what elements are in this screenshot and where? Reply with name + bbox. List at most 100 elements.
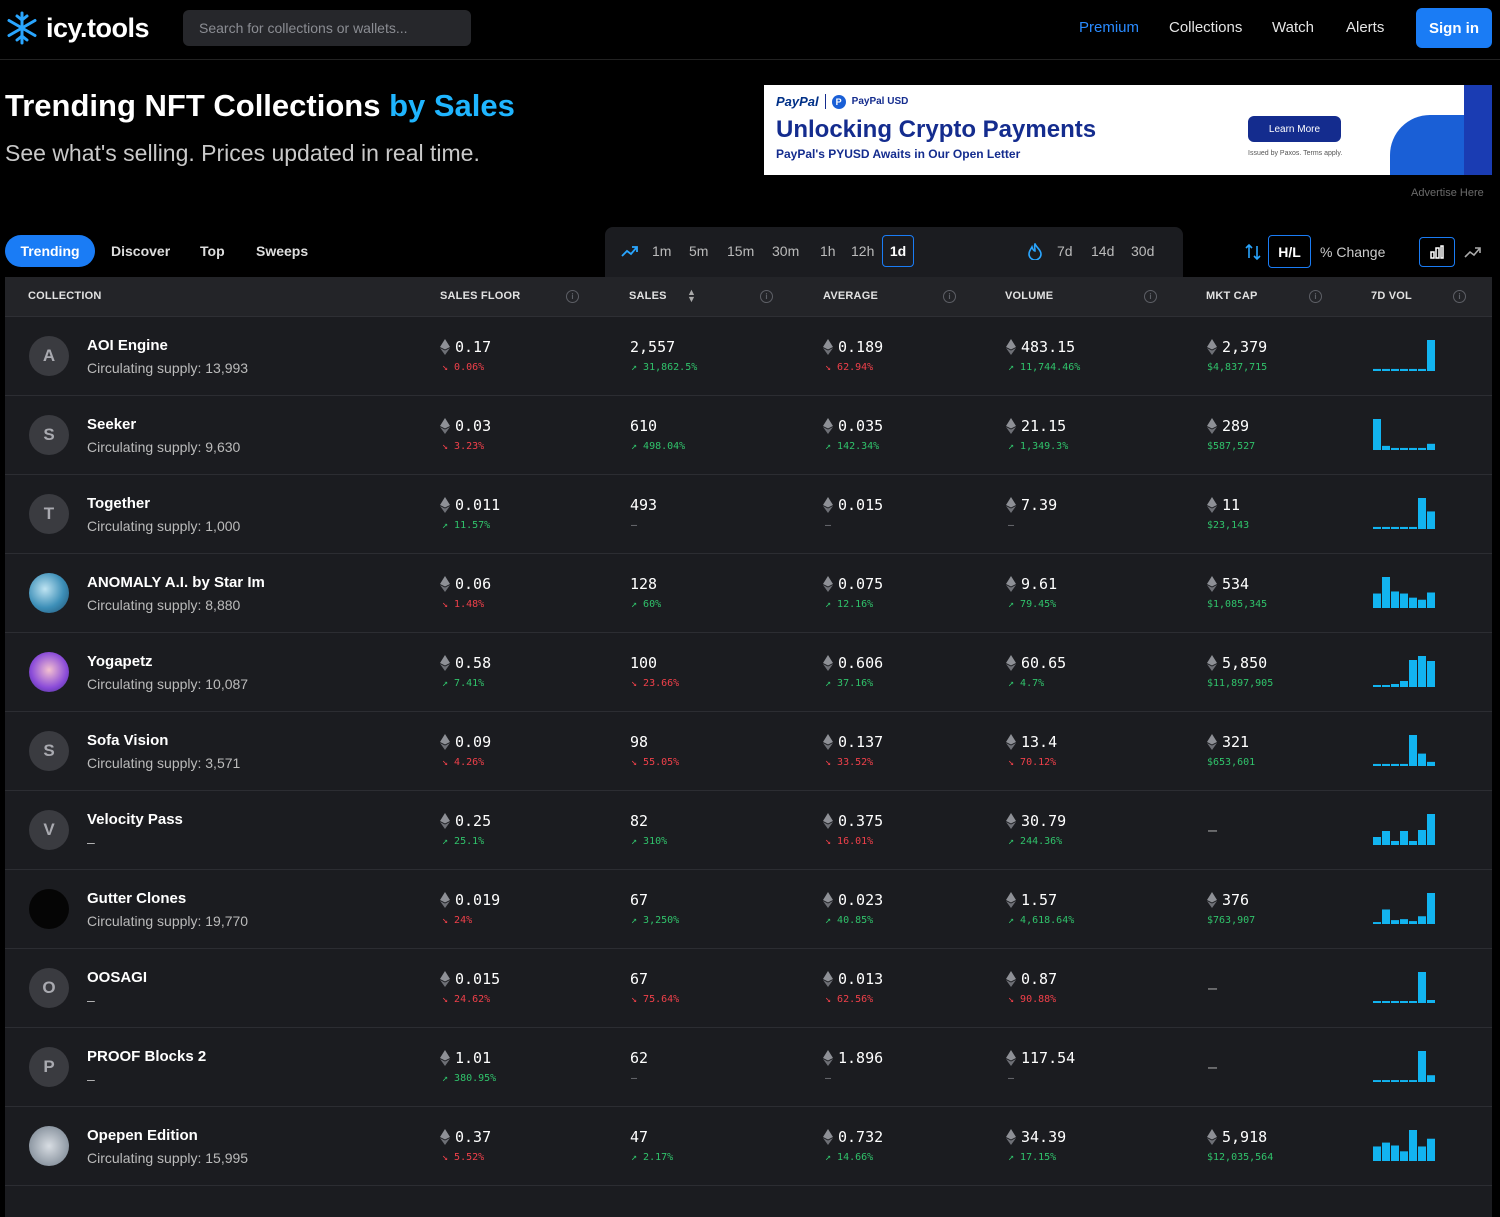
volume-change-value: – xyxy=(1008,520,1015,531)
col-sales[interactable]: SALES xyxy=(629,290,667,302)
average-change-value: 37.16% xyxy=(837,678,874,689)
bar-chart-toggle[interactable] xyxy=(1419,237,1455,267)
timeframe-14d[interactable]: 14d xyxy=(1091,243,1114,259)
timeframe-12h[interactable]: 12h xyxy=(851,243,874,259)
tab-discover[interactable]: Discover xyxy=(111,243,170,259)
col-mkt-cap[interactable]: MKT CAP xyxy=(1206,290,1258,302)
info-icon[interactable]: i xyxy=(1453,290,1466,303)
average-number: 0.606 xyxy=(838,654,884,672)
timeframe-7d[interactable]: 7d xyxy=(1057,243,1073,259)
info-icon[interactable]: i xyxy=(1144,290,1157,303)
timeframe-1m[interactable]: 1m xyxy=(652,243,671,259)
info-icon[interactable]: i xyxy=(943,290,956,303)
info-icon[interactable]: i xyxy=(760,290,773,303)
logo[interactable]: icy.tools xyxy=(4,10,150,46)
table-row[interactable]: T Together Circulating supply: 1,000 0.011 ↗… xyxy=(5,475,1492,554)
collection-avatar: T xyxy=(29,494,69,534)
table-row[interactable]: ANOMALY A.I. by Star Im Circulating suppl… xyxy=(5,554,1492,633)
col-sales-floor[interactable]: SALES FLOOR xyxy=(440,290,520,302)
percent-change-toggle[interactable]: % Change xyxy=(1320,244,1385,260)
collection-avatar: V xyxy=(29,810,69,850)
col-7d-vol[interactable]: 7D VOL xyxy=(1371,290,1412,302)
collection-avatar xyxy=(29,573,69,613)
volume-sparkline xyxy=(1373,814,1435,845)
table-row[interactable]: Opepen Edition Circulating supply: 15,995… xyxy=(5,1107,1492,1186)
swap-sort-icon[interactable] xyxy=(1244,243,1262,261)
table-row[interactable]: V Velocity Pass – 0.25 ↗ 25.1% 82 ↗ 310% 0.375 ↘… xyxy=(5,791,1492,870)
spark-bar xyxy=(1418,447,1426,450)
table-row[interactable]: A AOI Engine Circulating supply: 13,993 0.1… xyxy=(5,317,1492,396)
advertise-link[interactable]: Advertise Here xyxy=(1411,187,1484,199)
collection-name[interactable]: PROOF Blocks 2 xyxy=(87,1048,206,1065)
average-number: 0.375 xyxy=(838,812,884,830)
timeframe-1d[interactable]: 1d xyxy=(882,235,914,267)
sales-floor-change-value: 0.06% xyxy=(454,362,485,373)
spark-bar xyxy=(1391,591,1399,608)
eth-icon xyxy=(440,1129,450,1145)
collection-name[interactable]: ANOMALY A.I. by Star Im xyxy=(87,574,265,591)
sales-change: ↘ 55.05% xyxy=(631,757,680,768)
timeframe-30d[interactable]: 30d xyxy=(1131,243,1154,259)
eth-icon xyxy=(440,892,450,908)
tab-trending[interactable]: Trending xyxy=(5,235,95,267)
nav-alerts[interactable]: Alerts xyxy=(1346,19,1384,36)
table-row[interactable]: Gutter Clones Circulating supply: 19,770 0… xyxy=(5,870,1492,949)
average-change: ↗ 12.16% xyxy=(825,599,874,610)
high-low-toggle[interactable]: H/L xyxy=(1268,235,1311,268)
spark-bar xyxy=(1427,1000,1435,1003)
sales-change-value: 2.17% xyxy=(643,1152,674,1163)
avatar-initial: S xyxy=(43,425,55,444)
spark-bar xyxy=(1391,526,1399,529)
tab-top[interactable]: Top xyxy=(200,243,225,259)
table-row[interactable]: S Sofa Vision Circulating supply: 3,571 0.0… xyxy=(5,712,1492,791)
col-volume[interactable]: VOLUME xyxy=(1005,290,1053,302)
search-input[interactable] xyxy=(199,20,455,36)
mkt-cap-number: – xyxy=(1208,1058,1218,1076)
sales-floor-change-value: 24.62% xyxy=(454,994,491,1005)
collection-name[interactable]: AOI Engine xyxy=(87,337,168,354)
timeframe-1h[interactable]: 1h xyxy=(820,243,836,259)
collection-name[interactable]: OOSAGI xyxy=(87,969,147,986)
volume-value: 21.15 xyxy=(1006,417,1066,435)
ad-learn-more-button[interactable]: Learn More xyxy=(1248,116,1341,142)
volume-number: 21.15 xyxy=(1021,417,1067,435)
collection-name[interactable]: Seeker xyxy=(87,416,136,433)
col-average[interactable]: AVERAGE xyxy=(823,290,878,302)
average-change: – xyxy=(825,1073,831,1084)
tab-sweeps[interactable]: Sweeps xyxy=(256,243,308,259)
info-icon[interactable]: i xyxy=(1309,290,1322,303)
search-box[interactable] xyxy=(183,10,471,46)
ad-banner[interactable]: PayPal P PayPal USD Unlocking Crypto Pay… xyxy=(764,85,1492,175)
table-row[interactable]: Yogapetz Circulating supply: 10,087 0.58 ↗ … xyxy=(5,633,1492,712)
signin-button[interactable]: Sign in xyxy=(1416,8,1492,48)
average-value: 0.075 xyxy=(823,575,883,593)
sort-icon[interactable]: ▲ ▼ xyxy=(687,288,696,304)
timeframe-5m[interactable]: 5m xyxy=(689,243,708,259)
mkt-cap-usd: $1,085,345 xyxy=(1207,599,1268,610)
nav-watch[interactable]: Watch xyxy=(1272,19,1314,36)
col-collection[interactable]: COLLECTION xyxy=(28,290,102,302)
table-row[interactable]: P PROOF Blocks 2–1.01 ↗ 380.95% 62–1.896–11… xyxy=(5,1028,1492,1107)
spark-bar xyxy=(1373,419,1381,450)
mkt-cap-usd: $23,143 xyxy=(1207,520,1250,531)
eth-icon xyxy=(440,734,450,750)
collection-avatar: S xyxy=(29,415,69,455)
collection-name[interactable]: Yogapetz xyxy=(87,653,153,670)
collection-name[interactable]: Sofa Vision xyxy=(87,732,168,749)
collection-name[interactable]: Gutter Clones xyxy=(87,890,186,907)
nav-collections[interactable]: Collections xyxy=(1169,19,1242,36)
table-row[interactable]: S Seeker Circulating supply: 9,630 0.03 ↘ 3.… xyxy=(5,396,1492,475)
nav-premium[interactable]: Premium xyxy=(1079,19,1139,36)
mkt-cap-value: – xyxy=(1208,979,1217,997)
collection-name[interactable]: Together xyxy=(87,495,150,512)
table-row[interactable]: O OOSAGI – 0.015 ↘ 24.62% 67 ↘ 75.64% 0.013 ↘ 62… xyxy=(5,949,1492,1028)
collection-name[interactable]: Velocity Pass xyxy=(87,811,183,828)
sales-floor-value: 0.25 xyxy=(440,812,491,830)
timeframe-15m[interactable]: 15m xyxy=(727,243,754,259)
line-chart-toggle-icon[interactable] xyxy=(1464,244,1482,260)
info-icon[interactable]: i xyxy=(566,290,579,303)
collection-name[interactable]: Opepen Edition xyxy=(87,1127,198,1144)
spark-bar xyxy=(1418,498,1426,529)
timeframe-30m[interactable]: 30m xyxy=(772,243,799,259)
mkt-cap-usd: $11,897,905 xyxy=(1207,678,1274,689)
